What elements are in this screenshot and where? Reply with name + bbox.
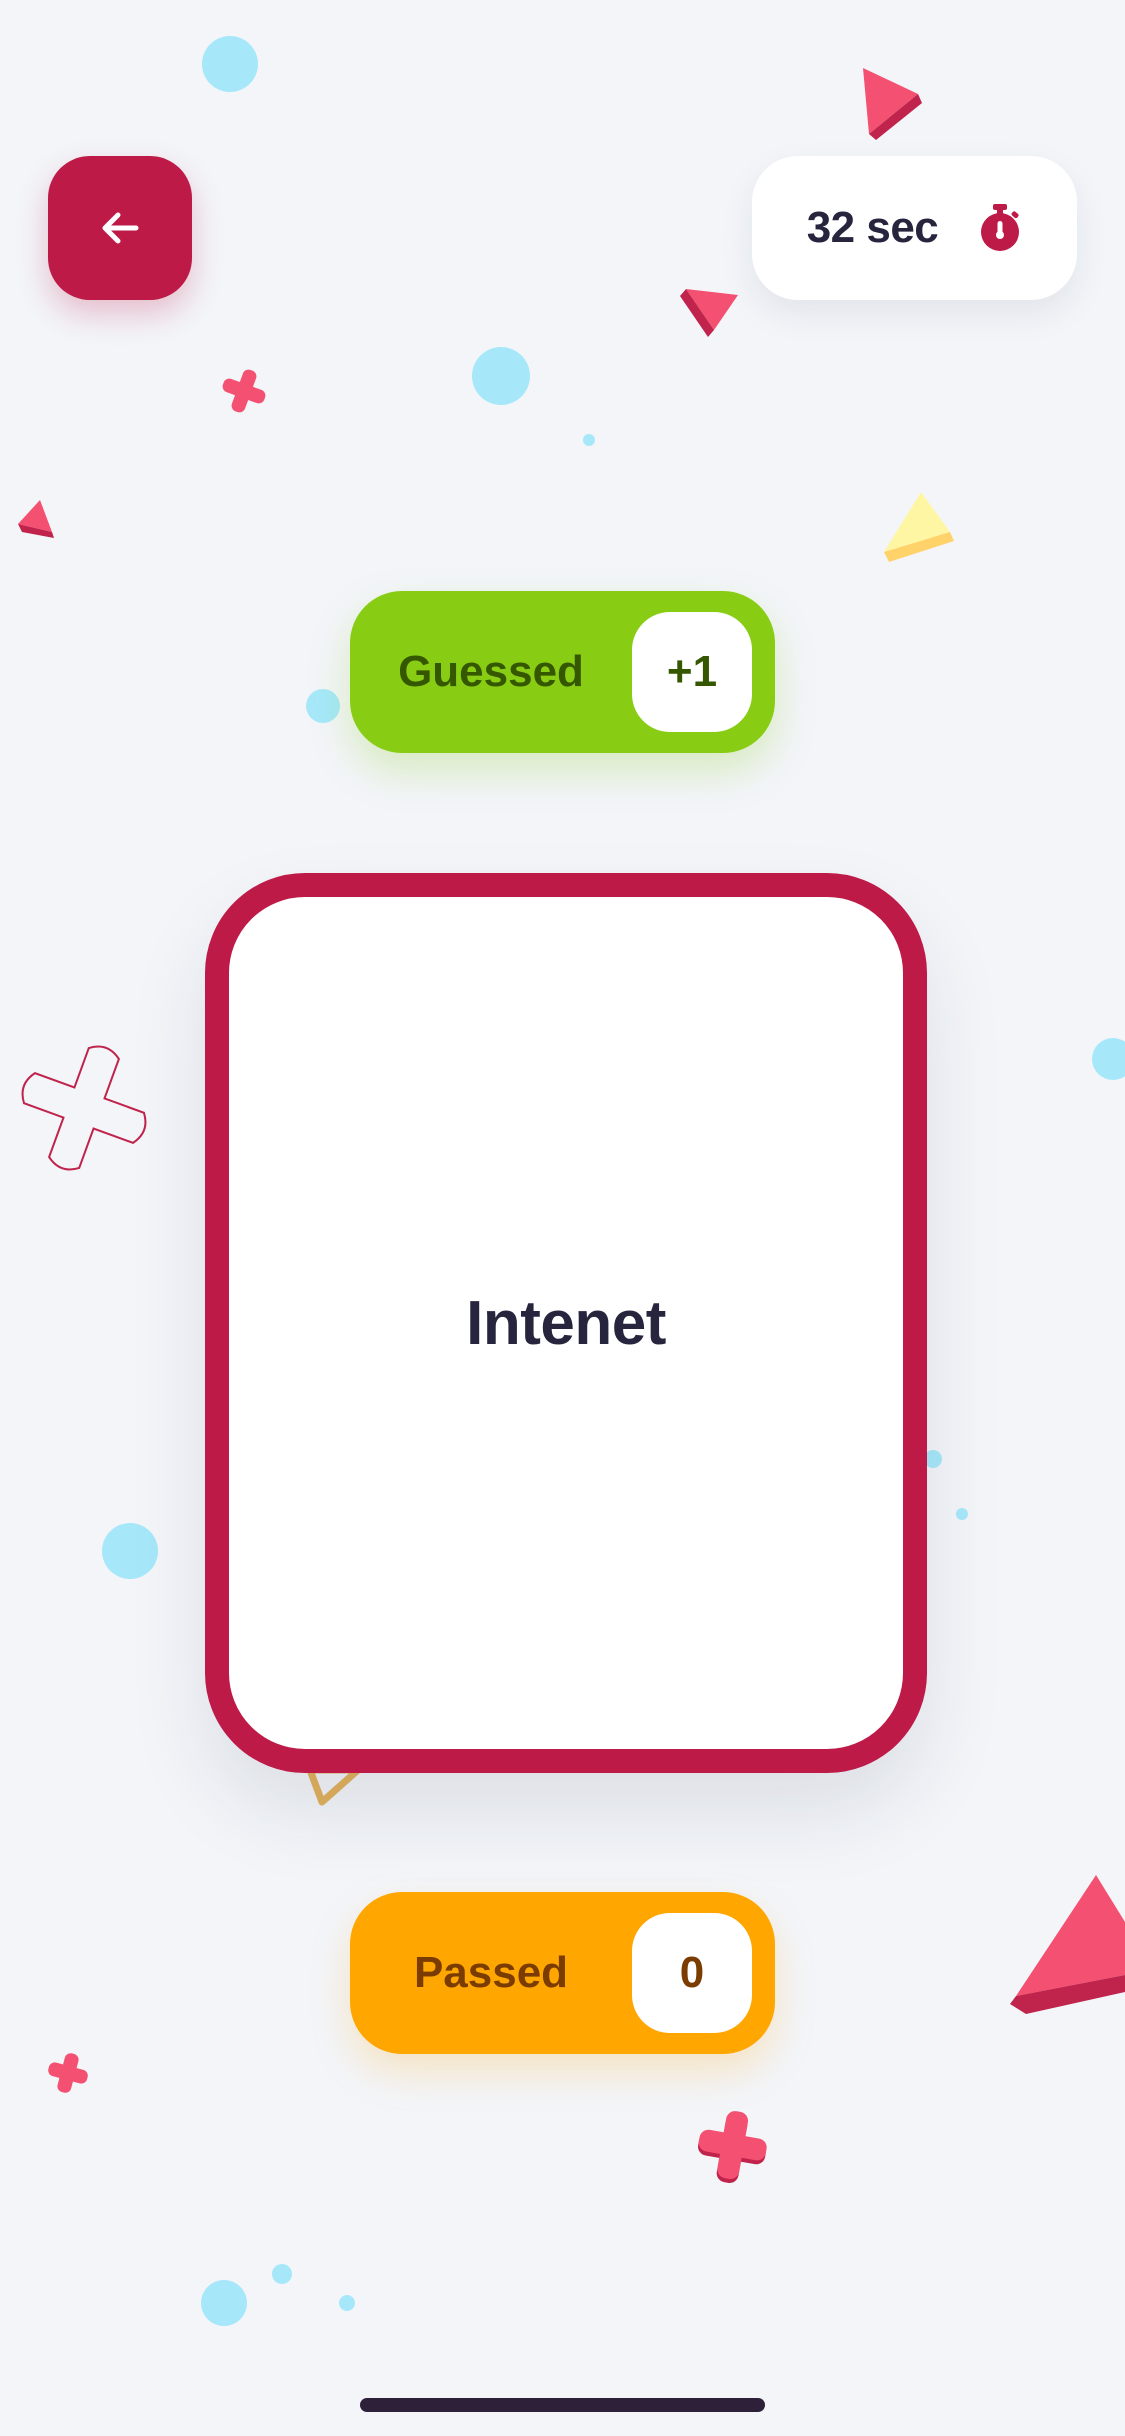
card-word: Intenet bbox=[466, 1288, 666, 1358]
passed-count: 0 bbox=[632, 1913, 752, 2033]
word-card[interactable]: Intenet bbox=[205, 873, 927, 1773]
guessed-label: Guessed bbox=[398, 647, 584, 696]
game-screen: 32 sec Guessed +1 Intenet Passed 0 bbox=[0, 0, 1125, 2436]
guessed-count: +1 bbox=[632, 612, 752, 732]
passed-label: Passed bbox=[413, 1948, 569, 1997]
home-indicator[interactable] bbox=[360, 2398, 765, 2412]
timer-text: 32 sec bbox=[806, 203, 939, 252]
guessed-badge: Guessed +1 bbox=[350, 591, 775, 753]
arrow-left-icon bbox=[102, 212, 139, 244]
timer: 32 sec bbox=[752, 156, 1077, 300]
passed-badge: Passed 0 bbox=[350, 1892, 775, 2054]
back-button[interactable] bbox=[48, 156, 192, 300]
stopwatch-icon bbox=[981, 204, 1020, 251]
